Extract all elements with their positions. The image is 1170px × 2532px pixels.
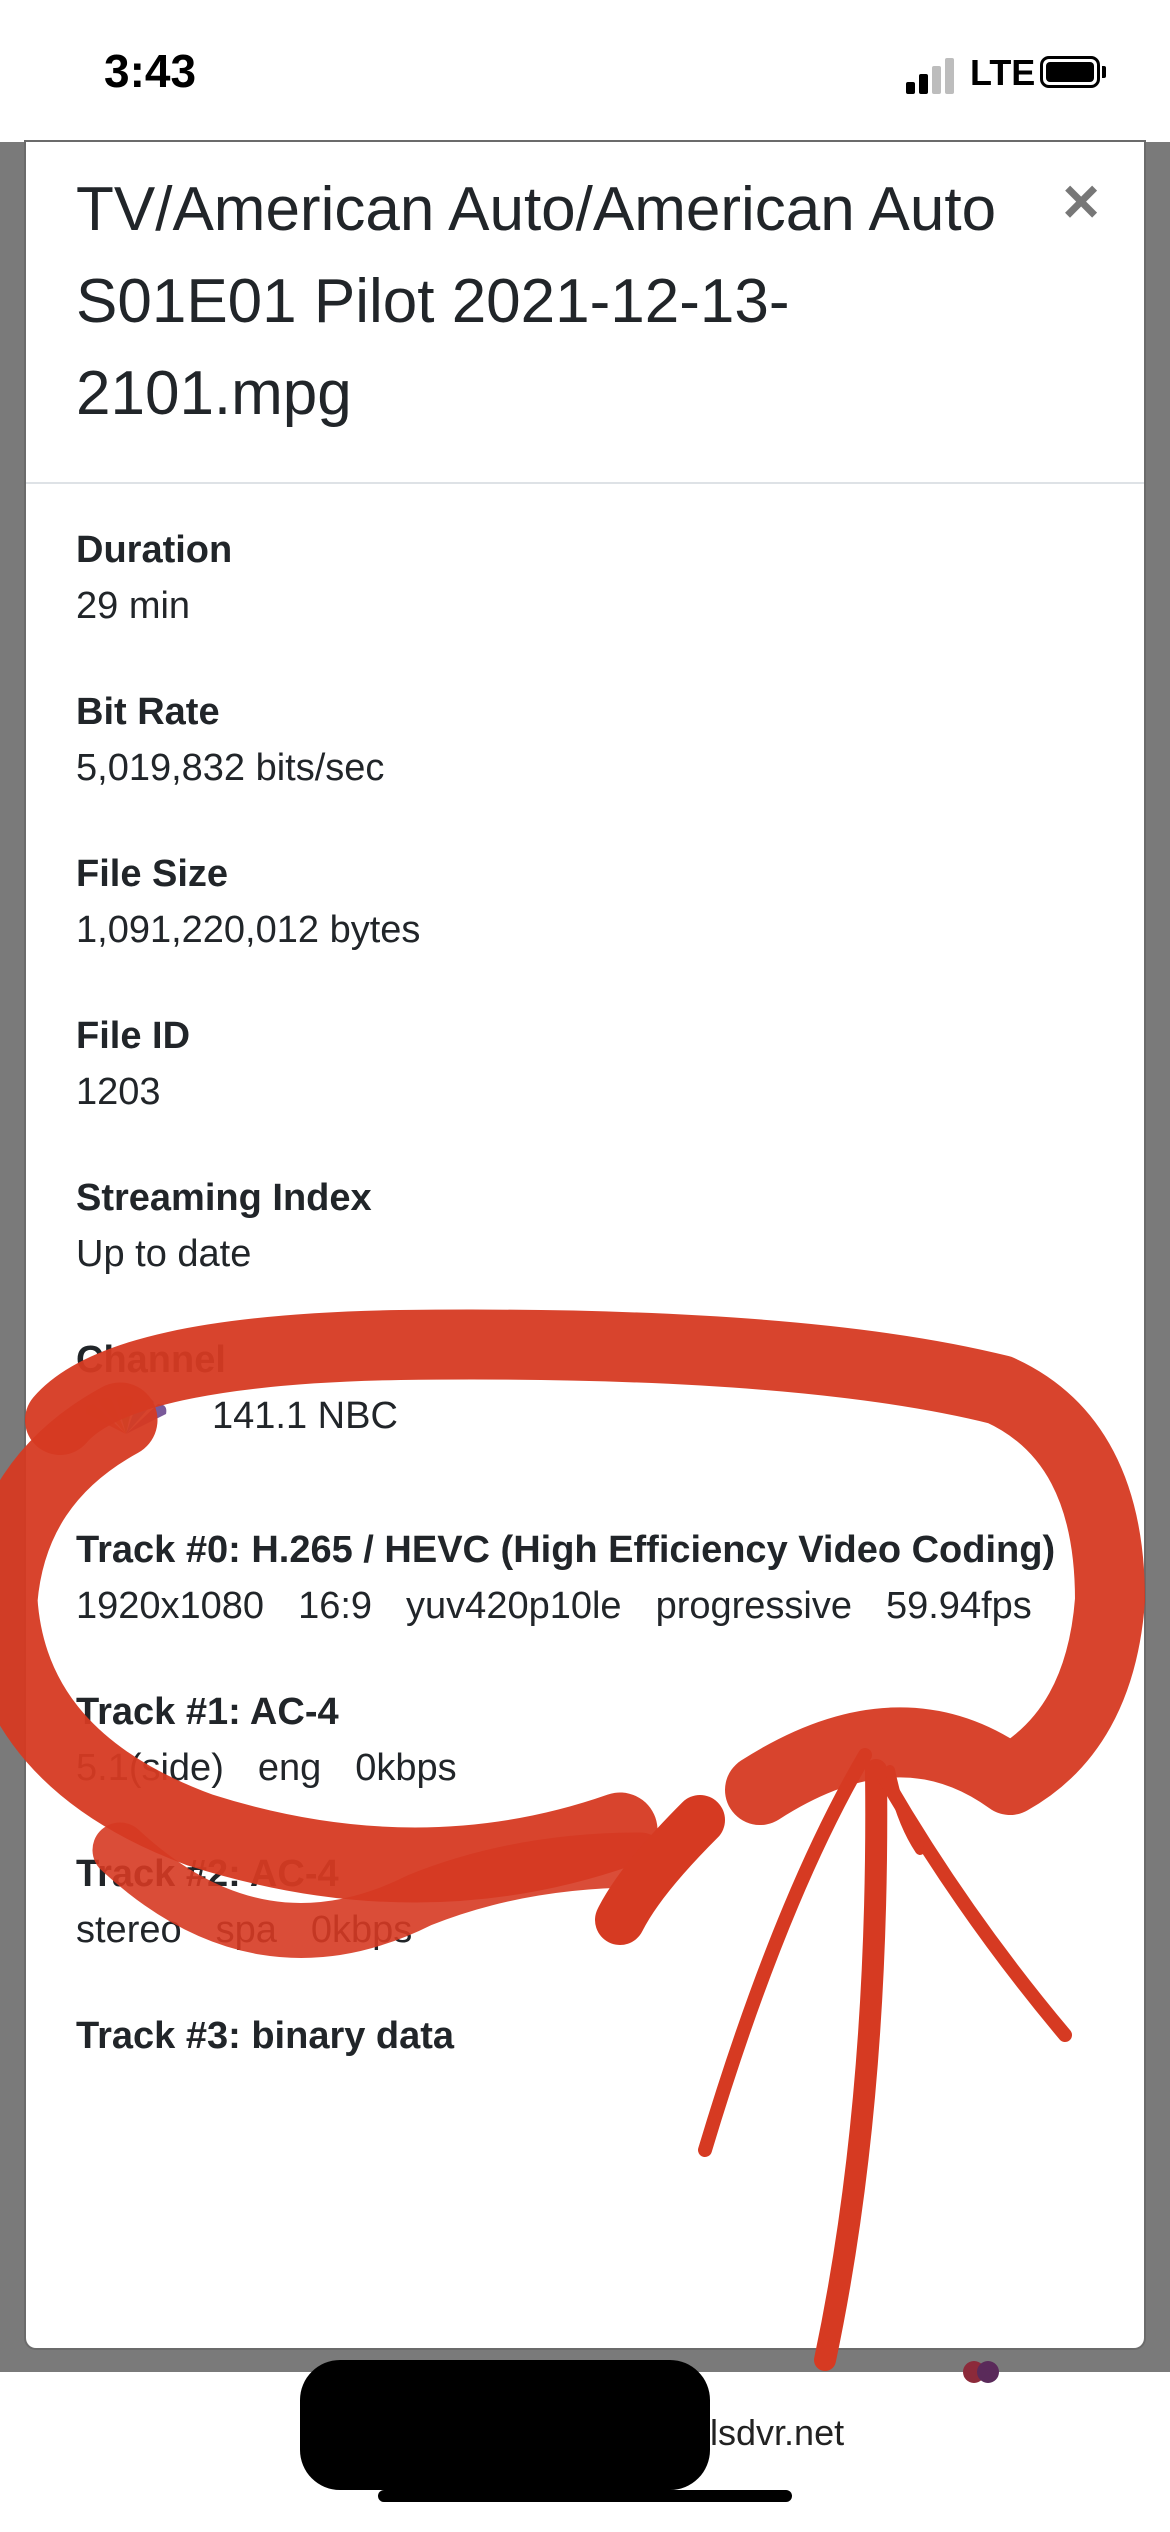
field-value: 29 min: [76, 585, 191, 627]
file-details-modal: TV/American Auto/American Auto S01E01 Pi…: [26, 142, 1144, 2348]
track-meta: stereo spa 0kbps: [76, 1902, 1076, 1958]
network-type: LTE: [970, 52, 1036, 93]
field-value: 5,019,832 bits/sec: [76, 747, 385, 789]
url-text[interactable]: elsdvr.net: [690, 2412, 844, 2454]
home-indicator[interactable]: [378, 2490, 792, 2502]
track-meta-item: progressive: [655, 1585, 852, 1627]
track-meta-item: yuv420p10le: [406, 1585, 622, 1627]
track-title: Track #1: AC-4: [76, 1691, 339, 1733]
track-title: Track #0: H.265 / HEVC (High Efficiency …: [76, 1529, 1056, 1571]
modal-body: Duration 29 min Bit Rate 5,019,832 bits/…: [76, 522, 1076, 2114]
field-label: Duration: [76, 529, 233, 571]
field-streaming-index: Streaming Index Up to date: [76, 1170, 1076, 1332]
cellular-signal-icon: [906, 58, 956, 94]
battery-icon: [1040, 56, 1106, 90]
track-2: Track #2: AC-4 stereo spa 0kbps: [76, 1846, 1076, 1958]
track-1: Track #1: AC-4 5.1(side) eng 0kbps: [76, 1684, 1076, 1796]
channel-value: 141.1 NBC: [212, 1395, 398, 1437]
status-bar: 3:43 LTE: [0, 0, 1170, 142]
nbc-peacock-icon: [85, 1395, 167, 1434]
field-bit-rate: Bit Rate 5,019,832 bits/sec: [76, 684, 1076, 846]
track-meta-item: 59.94fps: [885, 1585, 1032, 1627]
track-3: Track #3: binary data: [76, 2008, 1076, 2064]
modal-title: TV/American Auto/American Auto S01E01 Pi…: [76, 175, 997, 428]
peek-avatar-icon: [963, 2361, 999, 2383]
field-value: 1,091,220,012 bytes: [76, 909, 421, 951]
field-duration: Duration 29 min: [76, 522, 1076, 684]
channel-row: 141.1 NBC: [76, 1388, 1076, 1444]
field-label: Channel: [76, 1339, 226, 1381]
track-meta-item: eng: [257, 1747, 322, 1789]
close-button[interactable]: ×: [1046, 166, 1116, 236]
track-meta: 1920x1080 16:9 yuv420p10le progressive 59.94…: [76, 1578, 1076, 1634]
track-0: Track #0: H.265 / HEVC (High Efficiency …: [76, 1522, 1076, 1634]
field-file-id: File ID 1203: [76, 1008, 1076, 1170]
modal-header: TV/American Auto/American Auto S01E01 Pi…: [26, 142, 1144, 484]
track-title: Track #2: AC-4: [76, 1853, 339, 1895]
track-meta-item: 1920x1080: [76, 1585, 265, 1627]
track-meta-item: 5.1(side): [76, 1747, 224, 1789]
track-meta: 5.1(side) eng 0kbps: [76, 1740, 1076, 1796]
track-meta-item: 16:9: [298, 1585, 373, 1627]
field-value: Up to date: [76, 1233, 252, 1275]
field-label: File ID: [76, 1015, 191, 1057]
field-file-size: File Size 1,091,220,012 bytes: [76, 846, 1076, 1008]
status-time: 3:43: [104, 45, 197, 97]
track-meta-item: 0kbps: [355, 1747, 457, 1789]
track-meta-item: stereo: [76, 1909, 182, 1951]
field-label: File Size: [76, 853, 229, 895]
track-meta-item: 0kbps: [310, 1909, 413, 1951]
redaction-mark: [300, 2360, 710, 2490]
field-channel: Channel 141.1 NBC: [76, 1332, 1076, 1522]
track-title: Track #3: binary data: [76, 2015, 455, 2057]
field-value: 1203: [76, 1071, 161, 1113]
field-label: Bit Rate: [76, 691, 220, 733]
field-label: Streaming Index: [76, 1177, 372, 1219]
track-meta-item: spa: [215, 1909, 277, 1951]
